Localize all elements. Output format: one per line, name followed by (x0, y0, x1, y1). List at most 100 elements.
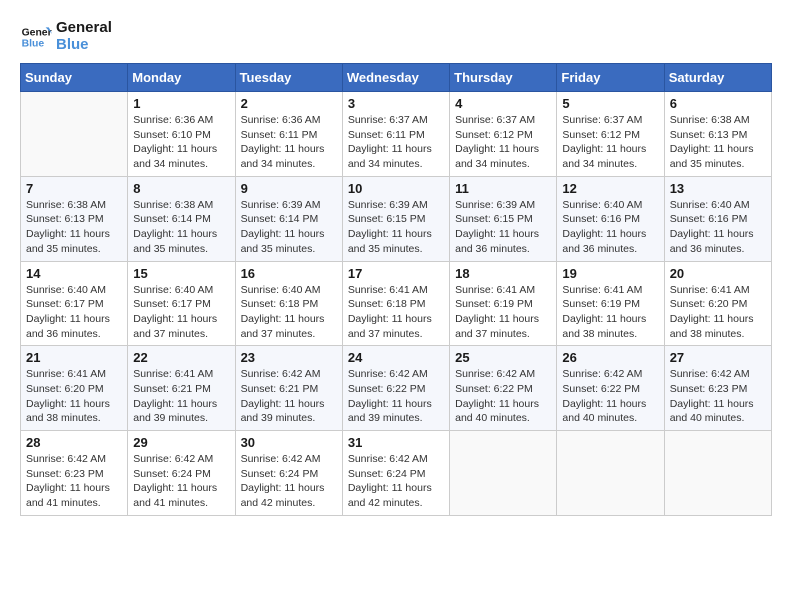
day-number: 21 (26, 350, 122, 365)
day-info: Sunrise: 6:40 AMSunset: 6:16 PMDaylight:… (562, 198, 658, 257)
week-row-5: 28Sunrise: 6:42 AMSunset: 6:23 PMDayligh… (21, 431, 772, 516)
day-info: Sunrise: 6:36 AMSunset: 6:10 PMDaylight:… (133, 113, 229, 172)
day-number: 28 (26, 435, 122, 450)
day-cell: 18 Sunrise: 6:41 AMSunset: 6:19 PMDayligh… (450, 261, 557, 346)
day-cell: 31 Sunrise: 6:42 AMSunset: 6:24 PMDayligh… (342, 431, 449, 516)
header-cell-tuesday: Tuesday (235, 64, 342, 92)
day-info: Sunrise: 6:42 AMSunset: 6:22 PMDaylight:… (348, 367, 444, 426)
day-number: 22 (133, 350, 229, 365)
day-info: Sunrise: 6:41 AMSunset: 6:20 PMDaylight:… (26, 367, 122, 426)
day-cell (664, 431, 771, 516)
header-cell-monday: Monday (128, 64, 235, 92)
header-cell-sunday: Sunday (21, 64, 128, 92)
day-number: 9 (241, 181, 337, 196)
day-cell (21, 92, 128, 177)
day-cell: 12 Sunrise: 6:40 AMSunset: 6:16 PMDayligh… (557, 176, 664, 261)
day-number: 7 (26, 181, 122, 196)
calendar-table: SundayMondayTuesdayWednesdayThursdayFrid… (20, 63, 772, 516)
day-cell: 27 Sunrise: 6:42 AMSunset: 6:23 PMDayligh… (664, 346, 771, 431)
day-number: 19 (562, 266, 658, 281)
day-cell: 3Sunrise: 6:37 AMSunset: 6:11 PMDaylight… (342, 92, 449, 177)
logo: General Blue General Blue (20, 20, 112, 53)
day-number: 29 (133, 435, 229, 450)
day-cell: 14 Sunrise: 6:40 AMSunset: 6:17 PMDayligh… (21, 261, 128, 346)
day-info: Sunrise: 6:40 AMSunset: 6:17 PMDaylight:… (133, 283, 229, 342)
day-cell: 25Sunrise: 6:42 AMSunset: 6:22 PMDayligh… (450, 346, 557, 431)
day-cell: 29 Sunrise: 6:42 AMSunset: 6:24 PMDayligh… (128, 431, 235, 516)
day-cell: 8Sunrise: 6:38 AMSunset: 6:14 PMDaylight… (128, 176, 235, 261)
day-number: 1 (133, 96, 229, 111)
day-cell: 30 Sunrise: 6:42 AMSunset: 6:24 PMDayligh… (235, 431, 342, 516)
day-number: 17 (348, 266, 444, 281)
day-info: Sunrise: 6:42 AMSunset: 6:24 PMDaylight:… (241, 452, 337, 511)
svg-text:Blue: Blue (22, 38, 45, 49)
day-number: 15 (133, 266, 229, 281)
day-info: Sunrise: 6:41 AMSunset: 6:19 PMDaylight:… (562, 283, 658, 342)
day-info: Sunrise: 6:40 AMSunset: 6:16 PMDaylight:… (670, 198, 766, 257)
day-cell: 16 Sunrise: 6:40 AMSunset: 6:18 PMDayligh… (235, 261, 342, 346)
day-number: 26 (562, 350, 658, 365)
day-number: 6 (670, 96, 766, 111)
day-info: Sunrise: 6:40 AMSunset: 6:17 PMDaylight:… (26, 283, 122, 342)
day-cell: 17Sunrise: 6:41 AMSunset: 6:18 PMDayligh… (342, 261, 449, 346)
day-info: Sunrise: 6:42 AMSunset: 6:21 PMDaylight:… (241, 367, 337, 426)
day-cell: 19 Sunrise: 6:41 AMSunset: 6:19 PMDayligh… (557, 261, 664, 346)
day-number: 5 (562, 96, 658, 111)
day-number: 31 (348, 435, 444, 450)
day-info: Sunrise: 6:42 AMSunset: 6:23 PMDaylight:… (670, 367, 766, 426)
day-info: Sunrise: 6:38 AMSunset: 6:13 PMDaylight:… (26, 198, 122, 257)
day-cell: 6 Sunrise: 6:38 AMSunset: 6:13 PMDaylight… (664, 92, 771, 177)
day-number: 20 (670, 266, 766, 281)
week-row-1: 1 Sunrise: 6:36 AMSunset: 6:10 PMDaylight… (21, 92, 772, 177)
header-cell-thursday: Thursday (450, 64, 557, 92)
day-number: 13 (670, 181, 766, 196)
day-number: 27 (670, 350, 766, 365)
day-cell: 5 Sunrise: 6:37 AMSunset: 6:12 PMDaylight… (557, 92, 664, 177)
day-info: Sunrise: 6:40 AMSunset: 6:18 PMDaylight:… (241, 283, 337, 342)
day-info: Sunrise: 6:38 AMSunset: 6:14 PMDaylight:… (133, 198, 229, 257)
day-number: 12 (562, 181, 658, 196)
day-cell (450, 431, 557, 516)
day-info: Sunrise: 6:37 AMSunset: 6:12 PMDaylight:… (562, 113, 658, 172)
day-cell: 15 Sunrise: 6:40 AMSunset: 6:17 PMDayligh… (128, 261, 235, 346)
day-cell: 28Sunrise: 6:42 AMSunset: 6:23 PMDayligh… (21, 431, 128, 516)
logo-text-blue: Blue (56, 37, 112, 54)
day-cell: 26Sunrise: 6:42 AMSunset: 6:22 PMDayligh… (557, 346, 664, 431)
day-info: Sunrise: 6:38 AMSunset: 6:13 PMDaylight:… (670, 113, 766, 172)
day-info: Sunrise: 6:41 AMSunset: 6:19 PMDaylight:… (455, 283, 551, 342)
header-cell-saturday: Saturday (664, 64, 771, 92)
day-cell: 2 Sunrise: 6:36 AMSunset: 6:11 PMDaylight… (235, 92, 342, 177)
day-cell: 10Sunrise: 6:39 AMSunset: 6:15 PMDayligh… (342, 176, 449, 261)
day-cell: 4Sunrise: 6:37 AMSunset: 6:12 PMDaylight… (450, 92, 557, 177)
day-cell: 23 Sunrise: 6:42 AMSunset: 6:21 PMDayligh… (235, 346, 342, 431)
day-cell: 21 Sunrise: 6:41 AMSunset: 6:20 PMDayligh… (21, 346, 128, 431)
day-number: 30 (241, 435, 337, 450)
calendar-body: 1 Sunrise: 6:36 AMSunset: 6:10 PMDaylight… (21, 92, 772, 516)
day-cell: 11Sunrise: 6:39 AMSunset: 6:15 PMDayligh… (450, 176, 557, 261)
header-row: SundayMondayTuesdayWednesdayThursdayFrid… (21, 64, 772, 92)
day-number: 2 (241, 96, 337, 111)
day-info: Sunrise: 6:41 AMSunset: 6:21 PMDaylight:… (133, 367, 229, 426)
day-number: 16 (241, 266, 337, 281)
day-cell: 22 Sunrise: 6:41 AMSunset: 6:21 PMDayligh… (128, 346, 235, 431)
day-cell: 1 Sunrise: 6:36 AMSunset: 6:10 PMDaylight… (128, 92, 235, 177)
week-row-2: 7 Sunrise: 6:38 AMSunset: 6:13 PMDaylight… (21, 176, 772, 261)
day-number: 4 (455, 96, 551, 111)
day-info: Sunrise: 6:39 AMSunset: 6:14 PMDaylight:… (241, 198, 337, 257)
day-number: 23 (241, 350, 337, 365)
page-header: General Blue General Blue (20, 20, 772, 53)
day-number: 18 (455, 266, 551, 281)
header-cell-wednesday: Wednesday (342, 64, 449, 92)
day-number: 10 (348, 181, 444, 196)
day-info: Sunrise: 6:42 AMSunset: 6:24 PMDaylight:… (348, 452, 444, 511)
day-number: 3 (348, 96, 444, 111)
week-row-4: 21 Sunrise: 6:41 AMSunset: 6:20 PMDayligh… (21, 346, 772, 431)
day-info: Sunrise: 6:42 AMSunset: 6:24 PMDaylight:… (133, 452, 229, 511)
day-cell: 24Sunrise: 6:42 AMSunset: 6:22 PMDayligh… (342, 346, 449, 431)
day-info: Sunrise: 6:41 AMSunset: 6:20 PMDaylight:… (670, 283, 766, 342)
day-info: Sunrise: 6:36 AMSunset: 6:11 PMDaylight:… (241, 113, 337, 172)
day-cell: 13 Sunrise: 6:40 AMSunset: 6:16 PMDayligh… (664, 176, 771, 261)
header-cell-friday: Friday (557, 64, 664, 92)
day-number: 14 (26, 266, 122, 281)
calendar-header: SundayMondayTuesdayWednesdayThursdayFrid… (21, 64, 772, 92)
